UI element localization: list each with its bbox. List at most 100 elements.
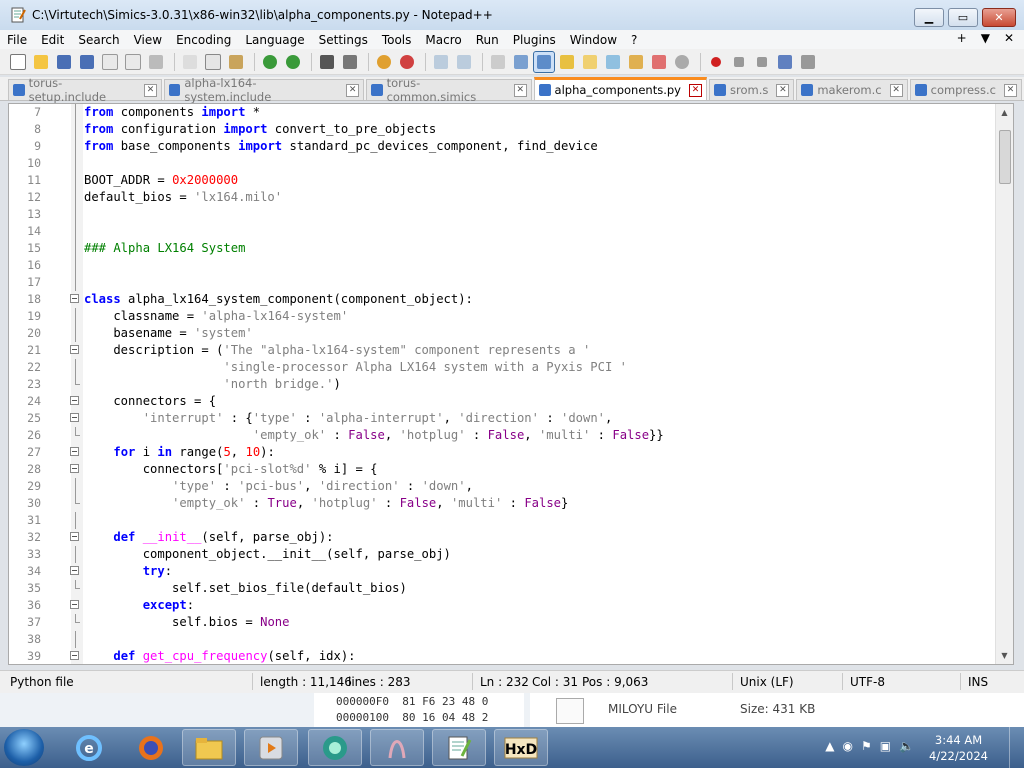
code-line[interactable]: 7 from components import * (9, 104, 997, 121)
user-language-icon[interactable] (557, 52, 577, 72)
scroll-up-icon[interactable]: ▲ (996, 104, 1013, 121)
simics-icon[interactable] (308, 729, 362, 766)
vertical-scrollbar[interactable]: ▲ ▼ (995, 104, 1013, 664)
code-line[interactable]: 17 (9, 274, 997, 291)
code-line[interactable]: 36 except: (9, 597, 997, 614)
undo-icon[interactable] (260, 52, 280, 72)
menu-search[interactable]: Search (71, 33, 126, 47)
fold-toggle-icon[interactable] (70, 532, 79, 541)
close-tab-icon[interactable]: ✕ (1004, 83, 1017, 97)
close-button[interactable]: ✕ (982, 8, 1016, 27)
tab-makerom[interactable]: makerom.c ✕ (796, 79, 908, 100)
copy-icon[interactable] (203, 52, 223, 72)
code-line[interactable]: 37 self.bios = None (9, 614, 997, 631)
close-tab-icon[interactable]: ✕ (776, 83, 790, 97)
code-line[interactable]: 11 BOOT_ADDR = 0x2000000 (9, 172, 997, 189)
code-line[interactable]: 31 (9, 512, 997, 529)
hxd-hex-editor-icon[interactable]: HxD (494, 729, 548, 766)
paste-icon[interactable] (226, 52, 246, 72)
new-tab-button[interactable]: + (957, 31, 967, 45)
tab-alpha-lx164-system[interactable]: alpha-lx164-system.include ✕ (163, 76, 364, 104)
zoom-in-icon[interactable] (374, 52, 394, 72)
code-line[interactable]: 29 'type' : 'pci-bus', 'direction' : 'do… (9, 478, 997, 495)
code-line[interactable]: 25 'interrupt' : {'type' : 'alpha-interr… (9, 410, 997, 427)
tab-srom[interactable]: srom.s ✕ (708, 79, 795, 100)
play-macro-icon[interactable] (752, 52, 772, 72)
file-explorer-icon[interactable] (182, 729, 236, 766)
sync-vertical-icon[interactable] (431, 52, 451, 72)
clock[interactable]: 3:44 AM 4/22/2024 (929, 732, 988, 764)
menu-tools[interactable]: Tools (375, 33, 419, 47)
record-macro-icon[interactable] (706, 52, 726, 72)
show-all-chars-icon[interactable] (511, 52, 531, 72)
show-desktop-button[interactable] (1009, 727, 1024, 768)
menu-run[interactable]: Run (469, 33, 506, 47)
fold-toggle-icon[interactable] (70, 464, 79, 473)
action-center-flag-icon[interactable]: ⚑ (861, 739, 872, 753)
code-line[interactable]: 18 class alpha_lx164_system_component(com… (9, 291, 997, 308)
code-line[interactable]: 26 'empty_ok' : False, 'hotplug' : False… (9, 427, 997, 444)
close-file-icon[interactable] (100, 52, 120, 72)
code-line[interactable]: 22 'single-processor Alpha LX164 system … (9, 359, 997, 376)
hex-editor-window[interactable]: 000000F0 81 F6 23 48 0 00000100 80 16 04… (314, 693, 524, 727)
tab-list-button[interactable]: ▼ (981, 31, 990, 45)
fold-toggle-icon[interactable] (70, 396, 79, 405)
scroll-down-icon[interactable]: ▼ (996, 647, 1013, 664)
fold-toggle-icon[interactable] (70, 294, 79, 303)
code-line[interactable]: 27 for i in range(5, 10): (9, 444, 997, 461)
new-file-icon[interactable] (8, 52, 28, 72)
maximize-button[interactable]: ▭ (948, 8, 978, 27)
network-app-icon[interactable]: ◉ (842, 739, 852, 753)
function-list-icon[interactable] (603, 52, 623, 72)
eye-icon[interactable] (672, 52, 692, 72)
word-wrap-icon[interactable] (488, 52, 508, 72)
code-line[interactable]: 13 (9, 206, 997, 223)
doc-map-icon[interactable] (580, 52, 600, 72)
start-button[interactable] (4, 729, 44, 766)
fold-toggle-icon[interactable] (70, 600, 79, 609)
scroll-thumb[interactable] (999, 130, 1011, 184)
code-line[interactable]: 21 description = ('The "alpha-lx164-syst… (9, 342, 997, 359)
fold-toggle-icon[interactable] (70, 566, 79, 575)
menu-macro[interactable]: Macro (418, 33, 468, 47)
code-line[interactable]: 34 try: (9, 563, 997, 580)
save-icon[interactable] (54, 52, 74, 72)
menu-window[interactable]: Window (563, 33, 624, 47)
code-line[interactable]: 35 self.set_bios_file(default_bios) (9, 580, 997, 597)
menu-plugins[interactable]: Plugins (506, 33, 563, 47)
code-line[interactable]: 24 connectors = { (9, 393, 997, 410)
code-line[interactable]: 20 basename = 'system' (9, 325, 997, 342)
menu-view[interactable]: View (127, 33, 169, 47)
app-curve-icon[interactable] (370, 729, 424, 766)
tab-compress[interactable]: compress.c ✕ (909, 79, 1022, 100)
code-line[interactable]: 39 def get_cpu_frequency(self, idx): (9, 648, 997, 664)
fold-toggle-icon[interactable] (70, 447, 79, 456)
code-line[interactable]: 15 ### Alpha LX164 System (9, 240, 997, 257)
tab-torus-common[interactable]: torus-common.simics ✕ (365, 76, 532, 104)
redo-icon[interactable] (283, 52, 303, 72)
replace-icon[interactable] (340, 52, 360, 72)
menu-help[interactable]: ? (624, 33, 644, 47)
code-line[interactable]: 9 from base_components import standard_pc… (9, 138, 997, 155)
code-line[interactable]: 30 'empty_ok' : True, 'hotplug' : False,… (9, 495, 997, 512)
run-macro-multiple-icon[interactable] (775, 52, 795, 72)
code-line[interactable]: 38 (9, 631, 997, 648)
print-icon[interactable] (146, 52, 166, 72)
menu-file[interactable]: File (0, 33, 34, 47)
indent-guide-icon[interactable] (533, 50, 555, 73)
menu-settings[interactable]: Settings (312, 33, 375, 47)
internet-explorer-icon[interactable]: e (62, 729, 116, 766)
close-all-icon[interactable] (123, 52, 143, 72)
close-document-button[interactable]: ✕ (1004, 31, 1014, 45)
close-tab-icon[interactable]: ✕ (889, 83, 903, 97)
fold-toggle-icon[interactable] (70, 413, 79, 422)
tab-alpha-components[interactable]: alpha_components.py ✕ (533, 77, 707, 100)
code-line[interactable]: 8 from configuration import convert_to_pr… (9, 121, 997, 138)
save-macro-icon[interactable] (798, 52, 818, 72)
menu-language[interactable]: Language (238, 33, 311, 47)
cut-icon[interactable] (180, 52, 200, 72)
open-file-icon[interactable] (31, 52, 51, 72)
tab-torus-setup[interactable]: torus-setup.include ✕ (8, 76, 162, 104)
fold-toggle-icon[interactable] (70, 345, 79, 354)
menu-edit[interactable]: Edit (34, 33, 71, 47)
